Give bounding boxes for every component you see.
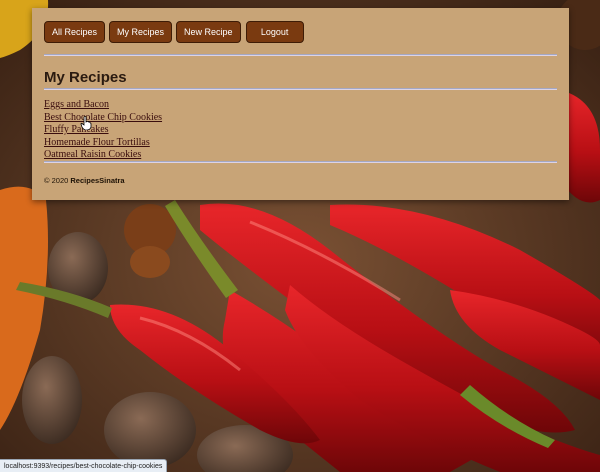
status-url: localhost:9393/recipes/best-chocolate-ch… <box>4 462 163 470</box>
recipe-link[interactable]: Oatmeal Raisin Cookies <box>44 149 141 160</box>
copyright-text: © 2020 <box>44 176 69 185</box>
status-bar: localhost:9393/recipes/best-chocolate-ch… <box>0 459 168 472</box>
page-title: My Recipes <box>44 69 127 86</box>
footer: © 2020 RecipesSinatra <box>44 176 125 185</box>
logout-button[interactable]: Logout <box>245 21 304 43</box>
divider <box>44 54 557 56</box>
recipe-link[interactable]: Fluffy Pancakes <box>44 124 109 135</box>
recipe-link[interactable]: Homemade Flour Tortillas <box>44 137 150 148</box>
list-item: Oatmeal Raisin Cookies <box>44 148 162 161</box>
new-recipe-button[interactable]: New Recipe <box>176 21 241 43</box>
top-nav: All Recipes My Recipes New Recipe Logout <box>44 21 304 43</box>
list-item: Homemade Flour Tortillas <box>44 136 162 149</box>
recipe-list: Eggs and Bacon Best Chocolate Chip Cooki… <box>44 98 162 161</box>
list-item: Eggs and Bacon <box>44 98 162 111</box>
divider <box>44 161 557 163</box>
all-recipes-button[interactable]: All Recipes <box>44 21 106 43</box>
list-item: Best Chocolate Chip Cookies <box>44 111 162 124</box>
content-panel: All Recipes My Recipes New Recipe Logout… <box>32 8 569 200</box>
recipe-link[interactable]: Best Chocolate Chip Cookies <box>44 112 162 123</box>
my-recipes-button[interactable]: My Recipes <box>109 21 173 43</box>
recipe-link[interactable]: Eggs and Bacon <box>44 99 109 110</box>
list-item: Fluffy Pancakes <box>44 123 162 136</box>
footer-brand: RecipesSinatra <box>70 176 125 185</box>
divider <box>44 88 557 90</box>
hand-pointer-icon <box>80 116 92 130</box>
